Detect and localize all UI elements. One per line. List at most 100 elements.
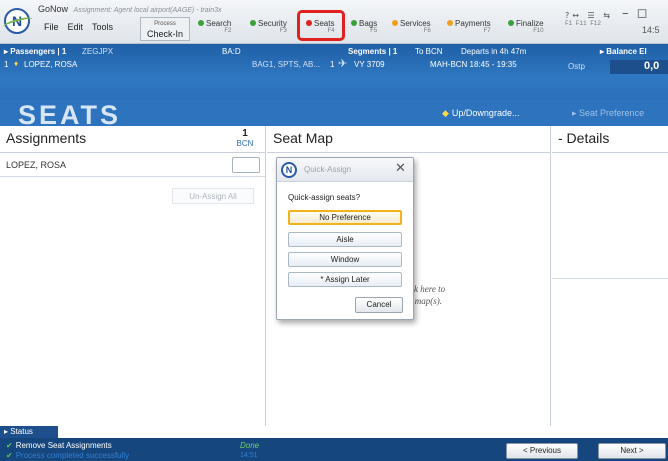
flight-index: 1 <box>330 60 335 69</box>
status-time: 14:51 <box>240 452 258 459</box>
segment-column-header: 1 BCN <box>226 128 264 148</box>
status-dot-icon <box>392 20 398 26</box>
function-key-icons[interactable]: ?↔ ☰ ⇆ <box>565 11 613 20</box>
toolbar-search-key: F2 <box>224 28 232 34</box>
dialog-title: Quick-Assign <box>304 165 352 174</box>
pax-services: BAG1, SPTS, AB... <box>252 60 321 69</box>
assignments-heading: Assignments <box>0 126 93 152</box>
previous-button[interactable]: < Previous <box>506 443 578 459</box>
seat-map-heading: Seat Map <box>267 126 339 152</box>
toolbar-finalize[interactable]: Finalize F10 <box>508 19 544 34</box>
balance-label[interactable]: ▸ Balance El <box>600 47 647 56</box>
status-tab-label: Status <box>10 427 33 436</box>
segments-label[interactable]: Segments | 1 <box>348 47 397 56</box>
check-icon: ✔ <box>6 451 13 460</box>
toolbar-security[interactable]: Security F3 <box>250 19 287 34</box>
app-name: GoNow <box>38 4 69 14</box>
toolbar-payments[interactable]: Payments F7 <box>447 19 491 34</box>
divider <box>267 152 550 153</box>
top-toolbar: N GoNow Assignment: Agent local airport(… <box>0 0 668 44</box>
toolbar-finalize-key: F10 <box>533 28 544 34</box>
balance-box <box>610 60 668 74</box>
assign-later-button[interactable]: * Assign Later <box>288 272 402 287</box>
app-title: GoNow Assignment: Agent local airport(AA… <box>38 4 222 14</box>
status-row-1-label: Remove Seat Assignments <box>15 441 112 450</box>
flight-route: MAH-BCN 18:45 - 19:35 <box>430 60 517 69</box>
app-subtitle: Assignment: Agent local airport(AAGE) - … <box>73 7 222 14</box>
status-dot-icon <box>447 20 453 26</box>
gonow-logo-icon: N <box>281 162 297 178</box>
status-row-2: ✔ Process completed successfully <box>6 451 129 460</box>
close-icon[interactable]: ✕ <box>395 161 406 176</box>
aisle-button[interactable]: Aisle <box>288 232 402 247</box>
check-icon: ✔ <box>6 441 13 450</box>
toolbar-bags-label: Bags <box>359 19 378 28</box>
seats-highlight-box <box>297 10 345 41</box>
toolbar-payments-label: Payments <box>455 19 491 28</box>
process-checkin-button[interactable]: Process Check-In <box>140 17 190 41</box>
process-label: Process <box>154 21 176 27</box>
upgrade-link[interactable]: ◆ Up/Downgrade... <box>442 108 519 119</box>
menu-bar: File Edit Tools <box>44 22 113 32</box>
toolbar-search-label: Search <box>206 19 232 28</box>
pax-name: LOPEZ, ROSA <box>24 60 78 69</box>
status-row-2-label: Process completed successfully <box>15 451 130 460</box>
next-button[interactable]: Next > <box>598 443 666 459</box>
details-panel: - Details <box>552 126 668 426</box>
toolbar-services[interactable]: Services F6 <box>392 19 431 34</box>
menu-tools[interactable]: Tools <box>92 22 113 32</box>
balance-value: 0,0 <box>644 60 660 72</box>
toolbar-search[interactable]: Search F2 <box>198 19 231 34</box>
toolbar-security-key: F3 <box>279 28 287 34</box>
dialog-titlebar: N Quick-Assign ✕ <box>277 158 413 182</box>
status-dot-icon <box>351 20 357 26</box>
upgrade-icon: ◆ <box>442 108 449 118</box>
plane-icon: ✈ <box>338 58 348 70</box>
status-tab[interactable]: ▸ Status <box>0 426 58 438</box>
pax-row-index: 1 <box>4 60 9 69</box>
menu-edit[interactable]: Edit <box>68 22 84 32</box>
person-icon: ♦ <box>14 59 19 68</box>
no-preference-button[interactable]: No Preference <box>288 210 402 225</box>
clock: 14:5 <box>642 25 660 35</box>
cancel-button[interactable]: Cancel <box>355 297 403 313</box>
status-dot-icon <box>250 20 256 26</box>
status-row-1: ✔ Remove Seat Assignments <box>6 441 112 450</box>
balance-sub: Ostp <box>568 62 585 71</box>
divider <box>552 152 668 153</box>
quick-assign-dialog: N Quick-Assign ✕ Quick-assign seats? No … <box>276 157 414 320</box>
seat-preference-link[interactable]: ▸ Seat Preference <box>572 108 644 119</box>
details-heading[interactable]: - Details <box>552 126 616 152</box>
toolbar-finalize-label: Finalize <box>516 19 544 28</box>
seat-map-hint[interactable]: ck here to t map(s). <box>410 283 445 307</box>
status-done: Done <box>240 441 260 450</box>
passenger-name: LOPEZ, ROSA <box>6 160 67 170</box>
status-dot-icon <box>508 20 514 26</box>
passengers-label[interactable]: ▸ Passengers | 1 <box>4 47 66 56</box>
segment-destination: To BCN <box>415 47 443 56</box>
function-keys: F1 F11 F12 <box>565 20 602 27</box>
segment-city: BCN <box>236 139 254 148</box>
hint-line-2: t map(s). <box>410 296 442 306</box>
upgrade-label: Up/Downgrade... <box>451 108 520 118</box>
gonow-logo-icon: N <box>4 8 30 34</box>
seat-cell[interactable] <box>232 157 260 173</box>
toolbar-security-label: Security <box>258 19 287 28</box>
unassign-all-button[interactable]: Un-Assign All <box>172 188 254 204</box>
toolbar-services-label: Services <box>400 19 431 28</box>
seat-preference-label: Seat Preference <box>579 108 645 118</box>
toolbar-bags[interactable]: Bags F5 <box>351 19 377 34</box>
toolbar-bags-key: F5 <box>370 28 378 34</box>
hint-line-1: ck here to <box>410 284 446 294</box>
toolbar-services-key: F6 <box>423 28 431 34</box>
table-row[interactable]: LOPEZ, ROSA <box>0 153 265 177</box>
dialog-question: Quick-assign seats? <box>288 193 361 202</box>
flight-number: VY 3709 <box>354 60 385 69</box>
window-button[interactable]: Window <box>288 252 402 267</box>
menu-file[interactable]: File <box>44 22 59 32</box>
divider <box>552 278 668 279</box>
ba-status: BA:D <box>222 47 241 56</box>
window-controls-icon[interactable]: – ◻ <box>622 6 649 21</box>
status-dot-icon <box>198 20 204 26</box>
segment-count: 1 <box>242 128 248 139</box>
